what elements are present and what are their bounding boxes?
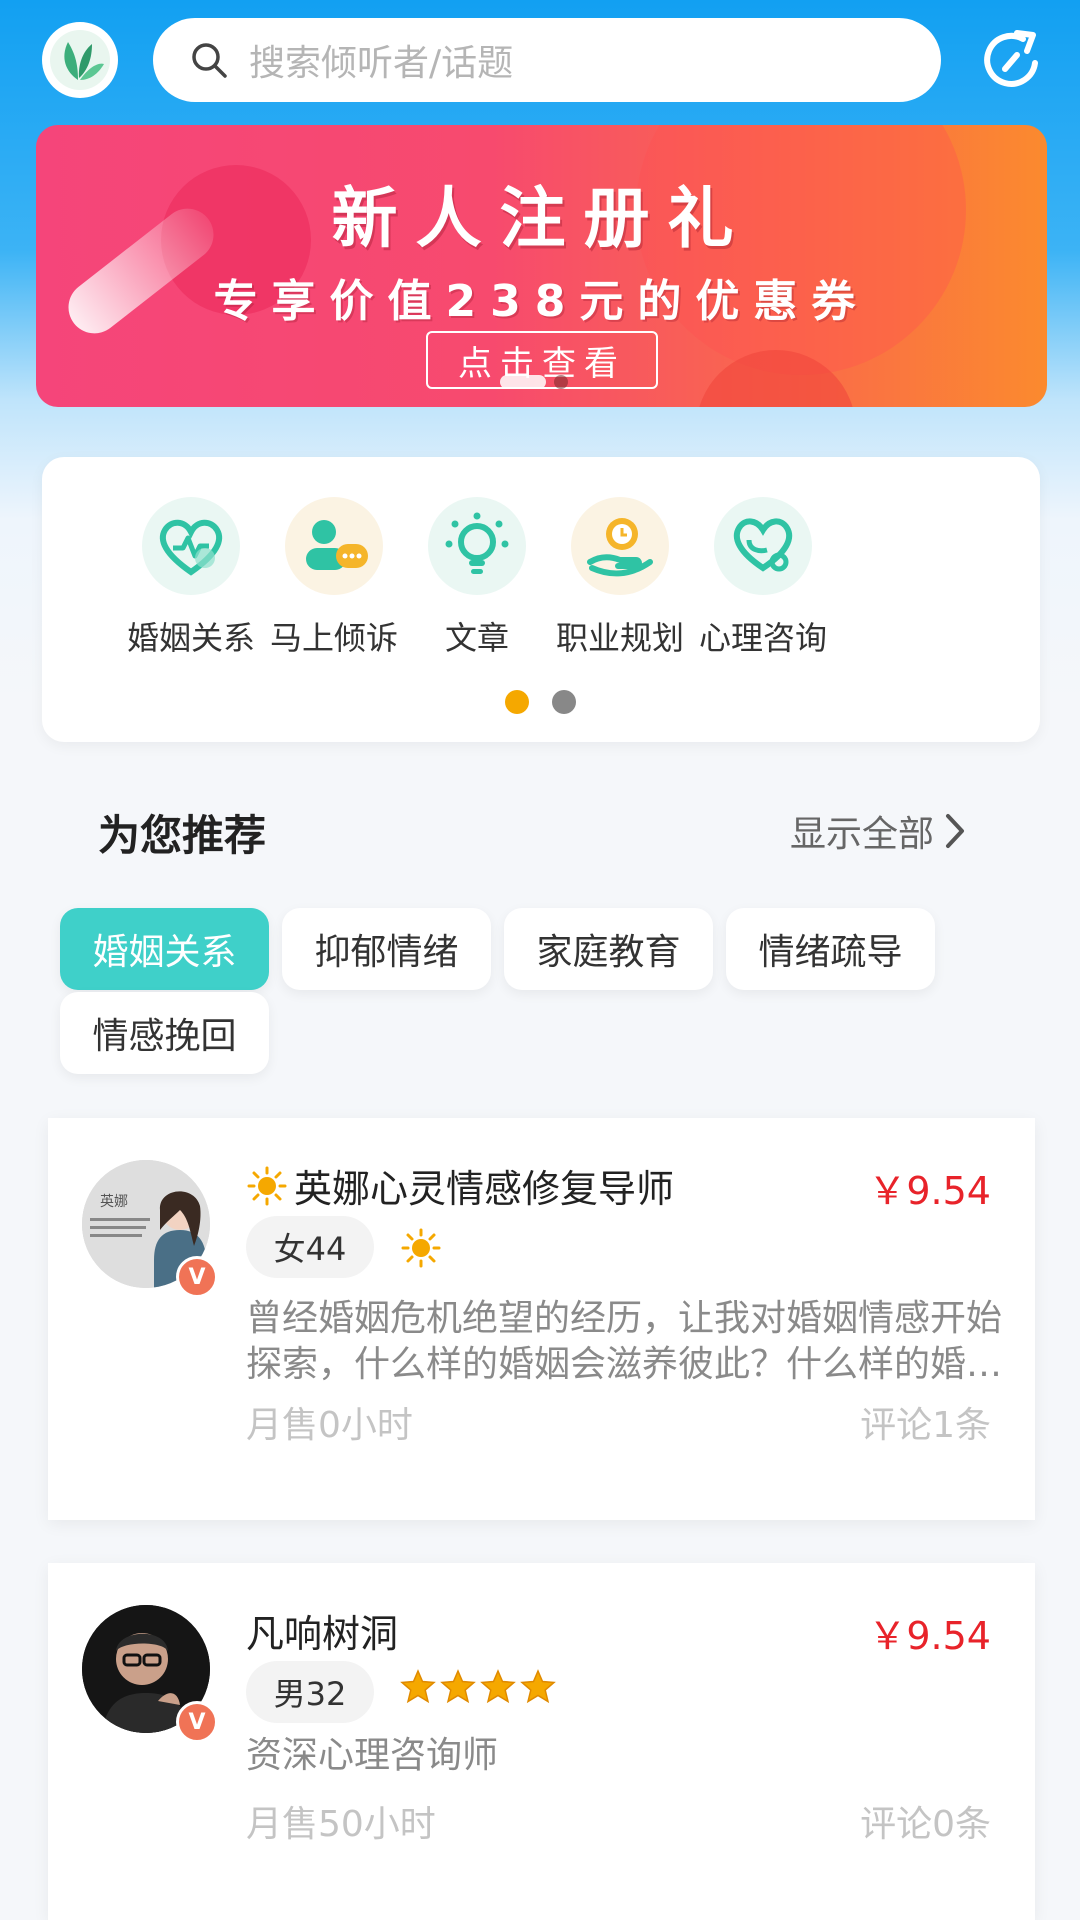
- category-label: 马上倾诉: [269, 619, 398, 657]
- verified-badge: V: [176, 1256, 218, 1298]
- category-page-dot-active[interactable]: [505, 690, 529, 714]
- section-title: 为您推荐: [98, 811, 267, 860]
- banner-dot: [554, 375, 568, 389]
- category-card: 婚姻关系 马上倾诉 文章 职业规划 心理咨询: [42, 457, 1040, 742]
- chevron-right-icon: [946, 814, 965, 848]
- category-confide[interactable]: 马上倾诉: [259, 497, 409, 659]
- category-label: 职业规划: [555, 619, 684, 657]
- search-bar[interactable]: 搜索倾听者/话题: [153, 18, 941, 102]
- category-pagination: [505, 690, 576, 714]
- banner-pagination: [500, 375, 568, 389]
- refresh-icon: [984, 30, 1038, 87]
- star-icon: [480, 1669, 516, 1704]
- banner-title: 新人注册礼: [331, 180, 752, 257]
- rating-stars: [400, 1669, 556, 1705]
- category-career[interactable]: 职业规划: [545, 497, 695, 659]
- sun-icon: [401, 1228, 441, 1268]
- chat-person-icon: [285, 497, 383, 595]
- tag-relationship-recovery[interactable]: 情感挽回: [60, 992, 269, 1074]
- listener-description: 曾经婚姻危机绝望的经历，让我对婚姻情感开始探索，什么样的婚姻会滋养彼此？什么样的…: [246, 1298, 1003, 1385]
- gender-age-badge: 女44: [246, 1216, 374, 1278]
- review-count: 评论1条: [860, 1405, 991, 1446]
- star-icon: [520, 1669, 556, 1704]
- category-page-dot[interactable]: [552, 690, 576, 714]
- verified-badge: V: [176, 1701, 218, 1743]
- promo-banner[interactable]: 新人注册礼 专享价值238元的优惠券 点击查看: [36, 125, 1047, 407]
- gender-age-badge: 男32: [246, 1661, 374, 1723]
- sun-icon: [247, 1166, 287, 1205]
- star-icon: [440, 1669, 476, 1704]
- lightbulb-icon: [428, 497, 526, 595]
- listener-card[interactable]: 英娜 V 英娜心灵情感修复导师 ￥9.54 女44 曾经婚姻危机绝望的经历，让我…: [48, 1118, 1035, 1520]
- search-placeholder: 搜索倾听者/话题: [249, 43, 514, 84]
- category-counseling[interactable]: 心理咨询: [688, 497, 838, 659]
- listener-description: 资深心理咨询师: [246, 1735, 499, 1776]
- stethoscope-heart-icon: [714, 497, 812, 595]
- category-label: 文章: [444, 619, 509, 657]
- category-label: 婚姻关系: [126, 619, 255, 657]
- top-bar: 搜索倾听者/话题: [0, 0, 1080, 125]
- tag-emotion-guidance[interactable]: 情绪疏导: [726, 908, 935, 990]
- tag-depression[interactable]: 抑郁情绪: [282, 908, 491, 990]
- listener-name[interactable]: 英娜心灵情感修复导师: [246, 1158, 674, 1213]
- category-label: 心理咨询: [698, 619, 827, 657]
- banner-dot-active: [500, 375, 546, 389]
- listener-name[interactable]: 凡响树洞: [246, 1603, 398, 1658]
- banner-subtitle: 专享价值238元的优惠券: [213, 276, 870, 327]
- monthly-sales: 月售0小时: [246, 1405, 413, 1446]
- butterfly-logo-icon: [50, 30, 110, 90]
- listener-card[interactable]: V 凡响树洞 ￥9.54 男32 资深心理咨询师 月售50小时 评论0条: [48, 1563, 1035, 1920]
- show-all-label: 显示全部: [790, 814, 935, 855]
- show-all-link[interactable]: 显示全部: [790, 805, 966, 857]
- refresh-button[interactable]: [977, 25, 1047, 95]
- category-marriage[interactable]: 婚姻关系: [116, 497, 266, 659]
- avatar-caption: 英娜: [100, 1193, 128, 1210]
- clock-hand-icon: [571, 497, 669, 595]
- heart-pulse-icon: [142, 497, 240, 595]
- review-count: 评论0条: [860, 1804, 991, 1845]
- category-articles[interactable]: 文章: [402, 497, 552, 659]
- search-icon: [192, 43, 227, 78]
- tag-family-education[interactable]: 家庭教育: [504, 908, 713, 990]
- price: ￥9.54: [868, 1169, 991, 1213]
- monthly-sales: 月售50小时: [246, 1804, 436, 1845]
- listener-name-text: 英娜心灵情感修复导师: [294, 1167, 675, 1211]
- star-icon: [400, 1669, 436, 1704]
- price: ￥9.54: [868, 1614, 991, 1658]
- tag-marriage[interactable]: 婚姻关系: [60, 908, 269, 990]
- app-logo[interactable]: [42, 22, 118, 98]
